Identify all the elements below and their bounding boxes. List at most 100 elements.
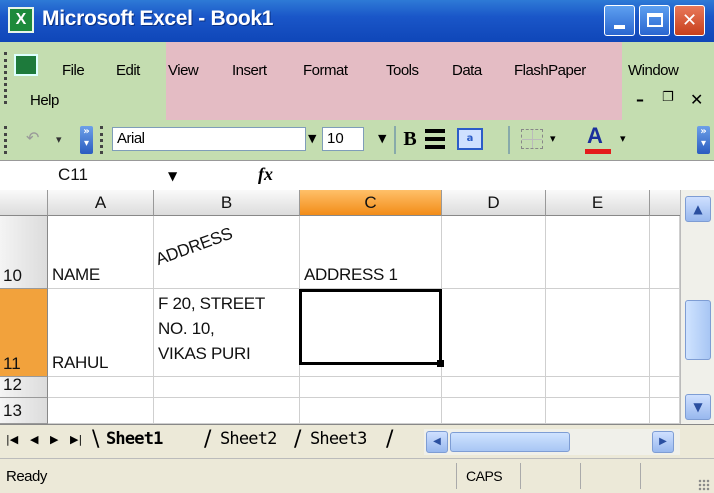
- next-sheet-icon[interactable]: ▶: [50, 433, 58, 446]
- menu-tools[interactable]: Tools: [386, 62, 419, 79]
- undo-dropdown-icon[interactable]: ▾: [56, 133, 62, 146]
- worksheet-grid[interactable]: A B C D E 10 NAME ADDRESS ADDRESS 1 11 R…: [0, 190, 680, 424]
- first-sheet-icon[interactable]: |◀: [6, 433, 18, 446]
- fill-handle[interactable]: [437, 360, 444, 367]
- font-color-dropdown-icon[interactable]: ▾: [620, 132, 626, 145]
- sheet-tab-bar: |◀ ◀ ▶ ▶| \ Sheet1 / Sheet2 / Sheet3 / ◀…: [0, 424, 714, 458]
- cell-d12[interactable]: [442, 377, 546, 398]
- scroll-right-icon[interactable]: ▶: [652, 431, 674, 453]
- bold-icon[interactable]: B: [400, 127, 420, 153]
- resize-grip-icon[interactable]: [698, 479, 710, 491]
- menu-help[interactable]: Help: [30, 92, 59, 109]
- row-header-11[interactable]: 11: [0, 289, 48, 377]
- cell-c12[interactable]: [300, 377, 442, 398]
- column-header-d[interactable]: D: [442, 190, 546, 216]
- menu-insert[interactable]: Insert: [232, 62, 267, 79]
- cell-e12[interactable]: [546, 377, 650, 398]
- horizontal-scroll-thumb[interactable]: [450, 432, 570, 452]
- menu-data[interactable]: Data: [452, 62, 482, 79]
- menu-format[interactable]: Format: [303, 62, 348, 79]
- column-header-f[interactable]: [650, 190, 680, 216]
- minimize-button[interactable]: [604, 5, 635, 36]
- cell-e13[interactable]: [546, 398, 650, 424]
- prev-sheet-icon[interactable]: ◀: [30, 433, 38, 446]
- cell-a11[interactable]: RAHUL: [48, 289, 154, 377]
- font-name-box[interactable]: Arial: [112, 127, 306, 151]
- caps-lock-indicator: CAPS: [466, 468, 503, 484]
- doc-close-icon[interactable]: ✕: [690, 90, 703, 109]
- vertical-scroll-thumb[interactable]: [685, 300, 711, 360]
- menu-window[interactable]: Window: [628, 62, 679, 79]
- undo-icon[interactable]: ↶: [26, 128, 39, 147]
- menu-bar: File Edit View Insert Format Tools Data …: [0, 42, 714, 120]
- cell-d11[interactable]: [442, 289, 546, 377]
- cell-b11[interactable]: F 20, STREET NO. 10, VIKAS PURI: [154, 289, 300, 377]
- sheet-tab-1[interactable]: Sheet1: [106, 429, 163, 449]
- doc-restore-icon[interactable]: ❐: [662, 90, 674, 105]
- cell-a13[interactable]: [48, 398, 154, 424]
- active-cell-selection[interactable]: [299, 289, 442, 365]
- horizontal-scrollbar[interactable]: ◀ ▶: [424, 429, 680, 455]
- cell-a10[interactable]: NAME: [48, 216, 154, 289]
- cell-b12[interactable]: [154, 377, 300, 398]
- name-box[interactable]: C11: [0, 161, 146, 191]
- menu-grip[interactable]: [4, 52, 7, 104]
- excel-window: X Microsoft Excel - Book1 ✕ File Edit Vi…: [0, 0, 714, 493]
- cell-c13[interactable]: [300, 398, 442, 424]
- cell-f13[interactable]: [650, 398, 680, 424]
- status-mode: Ready: [6, 468, 47, 485]
- close-button[interactable]: ✕: [674, 5, 705, 36]
- window-title: Microsoft Excel - Book1: [42, 7, 274, 30]
- maximize-button[interactable]: [639, 5, 670, 36]
- row-header-10[interactable]: 10: [0, 216, 48, 289]
- scroll-left-icon[interactable]: ◀: [426, 431, 448, 453]
- row-header-13[interactable]: 13: [0, 398, 48, 424]
- column-header-b[interactable]: B: [154, 190, 300, 216]
- font-color-icon[interactable]: A: [587, 123, 603, 149]
- font-size-box[interactable]: 10: [322, 127, 364, 151]
- cell-c10[interactable]: ADDRESS 1: [300, 216, 442, 289]
- menu-file[interactable]: File: [62, 62, 85, 79]
- cell-f11[interactable]: [650, 289, 680, 377]
- vertical-scrollbar[interactable]: ▲ ▼: [680, 190, 714, 424]
- font-name-dropdown-icon[interactable]: ▼: [308, 132, 316, 145]
- toolbar-overflow-button[interactable]: » ▾: [80, 126, 93, 154]
- cell-a12[interactable]: [48, 377, 154, 398]
- row-header-12[interactable]: 12: [0, 375, 48, 398]
- menu-flashpaper[interactable]: FlashPaper: [514, 62, 586, 79]
- last-sheet-icon[interactable]: ▶|: [70, 433, 82, 446]
- doc-minimize-icon[interactable]: –: [636, 90, 644, 109]
- cell-f12[interactable]: [650, 377, 680, 398]
- select-all-corner[interactable]: [0, 190, 48, 216]
- column-header-a[interactable]: A: [48, 190, 154, 216]
- scroll-down-icon[interactable]: ▼: [685, 394, 711, 420]
- merge-center-icon[interactable]: a: [457, 128, 483, 150]
- cell-e11[interactable]: [546, 289, 650, 377]
- cell-e10[interactable]: [546, 216, 650, 289]
- font-size-dropdown-icon[interactable]: ▼: [378, 132, 386, 145]
- menu-edit[interactable]: Edit: [116, 62, 140, 79]
- borders-dropdown-icon[interactable]: ▾: [550, 132, 556, 145]
- align-center-icon[interactable]: [425, 129, 445, 149]
- column-header-c[interactable]: C: [300, 190, 442, 216]
- name-box-dropdown-icon[interactable]: ▼: [168, 169, 177, 183]
- workbook-icon[interactable]: [14, 54, 38, 76]
- maximize-icon: [647, 13, 663, 27]
- excel-icon[interactable]: X: [8, 7, 34, 33]
- cell-b10[interactable]: ADDRESS: [153, 216, 300, 289]
- formula-input[interactable]: [290, 163, 714, 189]
- menu-view[interactable]: View: [168, 62, 199, 79]
- cell-d13[interactable]: [442, 398, 546, 424]
- toolbar-grip-2[interactable]: [100, 126, 103, 154]
- toolbar-overflow-button-2[interactable]: » ▾: [697, 126, 710, 154]
- sheet-tab-3[interactable]: Sheet3: [310, 429, 367, 449]
- insert-function-icon[interactable]: fx: [258, 164, 273, 185]
- scroll-up-icon[interactable]: ▲: [685, 196, 711, 222]
- column-header-e[interactable]: E: [546, 190, 650, 216]
- borders-icon[interactable]: [521, 129, 543, 149]
- sheet-tab-2[interactable]: Sheet2: [220, 429, 277, 449]
- cell-b13[interactable]: [154, 398, 300, 424]
- cell-d10[interactable]: [442, 216, 546, 289]
- toolbar-grip[interactable]: [4, 126, 7, 154]
- cell-f10[interactable]: [650, 216, 680, 289]
